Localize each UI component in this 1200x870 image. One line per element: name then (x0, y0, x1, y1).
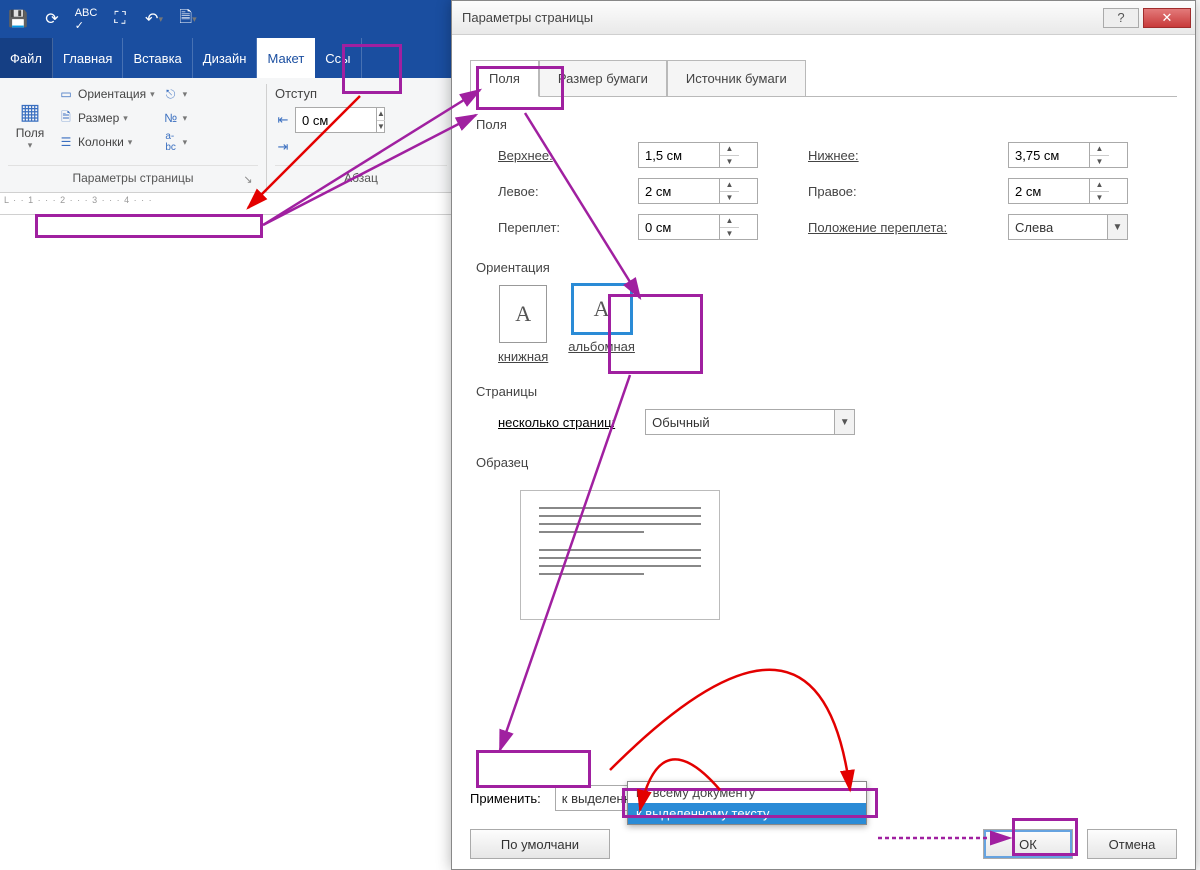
orientation-landscape[interactable]: A альбомная (568, 285, 635, 364)
close-button[interactable]: ✕ (1143, 8, 1191, 28)
apply-to-dropdown: ко всему документу к выделенному тексту (627, 781, 867, 825)
indent-label: Отступ (275, 86, 447, 101)
section-pages: Страницы (476, 384, 1177, 399)
spin-up-icon[interactable]: ▲ (377, 108, 385, 121)
right-margin-label: Правое: (808, 184, 988, 199)
margins-label: Поля (16, 126, 45, 140)
tab-references[interactable]: Ссы (315, 38, 361, 78)
gutter-pos-label: Положение переплета: (808, 220, 988, 235)
indent-left-icon: ⇤ (275, 112, 291, 128)
apply-option-selection[interactable]: к выделенному тексту (628, 803, 866, 824)
multiple-pages-label: несколько страниц: (498, 415, 615, 430)
line-numbers-button[interactable]: №▾ (161, 108, 190, 128)
hyphenation-button[interactable]: a-bc▾ (161, 132, 190, 152)
apply-option-whole-doc[interactable]: ко всему документу (628, 782, 866, 803)
tab-paper-size[interactable]: Размер бумаги (539, 60, 667, 97)
spellcheck-icon[interactable]: ABC✓ (76, 9, 96, 29)
dialog-tabs: Поля Размер бумаги Источник бумаги (470, 53, 1177, 97)
tab-home[interactable]: Главная (53, 38, 123, 78)
gutter-pos-select[interactable]: Слева▼ (1008, 214, 1128, 240)
top-margin-input[interactable]: ▲▼ (638, 142, 758, 168)
group-paragraph-label: Абзац (344, 171, 378, 185)
save-icon[interactable]: 💾 (8, 9, 28, 29)
maximize-icon[interactable]: ⛶ (110, 9, 130, 29)
defaults-button[interactable]: По умолчани (470, 829, 610, 859)
apply-to-label: Применить: (470, 791, 541, 806)
help-button[interactable]: ? (1103, 8, 1139, 28)
horizontal-ruler: L · · 1 · · · 2 · · · 3 · · · 4 · · · (0, 193, 455, 215)
indent-left-input[interactable]: ▲▼ (295, 107, 385, 133)
spin-down-icon[interactable]: ▼ (377, 121, 385, 133)
tab-paper-source[interactable]: Источник бумаги (667, 60, 806, 97)
dialog-title: Параметры страницы (462, 10, 593, 25)
group-page-setup-label: Параметры страницы (73, 171, 194, 185)
indent-right-icon: ⇥ (275, 139, 291, 155)
columns-button[interactable]: ☰Колонки▾ (56, 132, 157, 152)
size-button[interactable]: 🗎Размер▾ (56, 108, 157, 128)
landscape-icon: A (573, 285, 631, 333)
tab-fields[interactable]: Поля (470, 60, 539, 97)
chevron-down-icon[interactable]: ▼ (1107, 215, 1127, 239)
section-preview: Образец (476, 455, 1177, 470)
new-doc-icon[interactable]: 🗎 ▾ (178, 9, 198, 29)
ribbon-tabs: Файл Главная Вставка Дизайн Макет Ссы (0, 38, 455, 78)
ok-button[interactable]: ОК (983, 829, 1073, 859)
chevron-down-icon[interactable]: ▼ (834, 410, 854, 434)
undo-icon[interactable]: ↶ ▾ (144, 9, 164, 29)
portrait-icon: A (499, 285, 547, 343)
left-margin-label: Левое: (498, 184, 618, 199)
bottom-margin-input[interactable]: ▲▼ (1008, 142, 1128, 168)
tab-layout[interactable]: Макет (257, 38, 315, 78)
dialog-titlebar[interactable]: Параметры страницы ? ✕ (452, 1, 1195, 35)
preview-sample (520, 490, 720, 620)
cancel-button[interactable]: Отмена (1087, 829, 1177, 859)
tab-design[interactable]: Дизайн (193, 38, 258, 78)
quick-access-toolbar: 💾 ⟳ ABC✓ ⛶ ↶ ▾ 🗎 ▾ (0, 0, 455, 38)
tab-insert[interactable]: Вставка (123, 38, 192, 78)
bottom-margin-label: Нижнее: (808, 148, 988, 163)
ribbon-body: ▦ Поля ▾ ▭Ориентация▾ 🗎Размер▾ ☰Колонки▾… (0, 78, 455, 193)
orientation-button[interactable]: ▭Ориентация▾ (56, 84, 157, 104)
top-margin-label: Верхнее: (498, 148, 618, 163)
section-fields: Поля (476, 117, 1177, 132)
section-orientation: Ориентация (476, 260, 1177, 275)
multiple-pages-select[interactable]: Обычный▼ (645, 409, 855, 435)
orientation-portrait[interactable]: A книжная (498, 285, 548, 364)
annotation-box (35, 214, 263, 238)
breaks-button[interactable]: ⎋▾ (161, 84, 190, 104)
gutter-label: Переплет: (498, 220, 618, 235)
refresh-icon[interactable]: ⟳ (42, 9, 62, 29)
left-margin-input[interactable]: ▲▼ (638, 178, 758, 204)
right-margin-input[interactable]: ▲▼ (1008, 178, 1128, 204)
tab-file[interactable]: Файл (0, 38, 53, 78)
page-setup-dialog-launcher[interactable]: ↘ (240, 171, 256, 187)
margins-button[interactable]: ▦ Поля ▾ (8, 84, 52, 165)
gutter-input[interactable]: ▲▼ (638, 214, 758, 240)
page-setup-dialog: Параметры страницы ? ✕ Поля Размер бумаг… (451, 0, 1196, 870)
word-window: 💾 ⟳ ABC✓ ⛶ ↶ ▾ 🗎 ▾ Файл Главная Вставка … (0, 0, 455, 215)
